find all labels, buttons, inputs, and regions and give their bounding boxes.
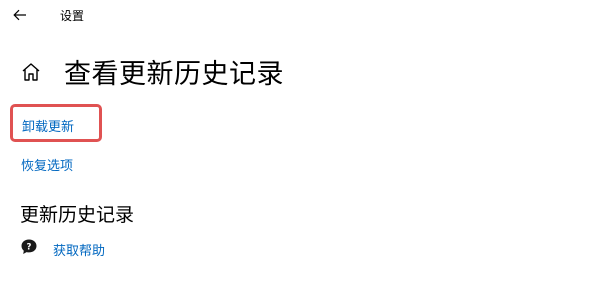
recovery-options-link[interactable]: 恢复选项 [21,155,73,174]
back-arrow-icon [13,9,26,21]
title-bar: 设置 [0,0,600,32]
update-history-heading: 更新历史记录 [20,204,135,226]
app-title: 设置 [60,9,85,23]
svg-text:?: ? [27,242,32,252]
back-button[interactable] [6,3,34,27]
help-chat-icon: ? [20,238,38,256]
page-title: 查看更新历史记录 [64,59,284,90]
uninstall-updates-link[interactable]: 卸载更新 [22,116,74,135]
get-help-link[interactable]: 获取帮助 [53,240,105,259]
home-icon[interactable] [20,61,42,83]
